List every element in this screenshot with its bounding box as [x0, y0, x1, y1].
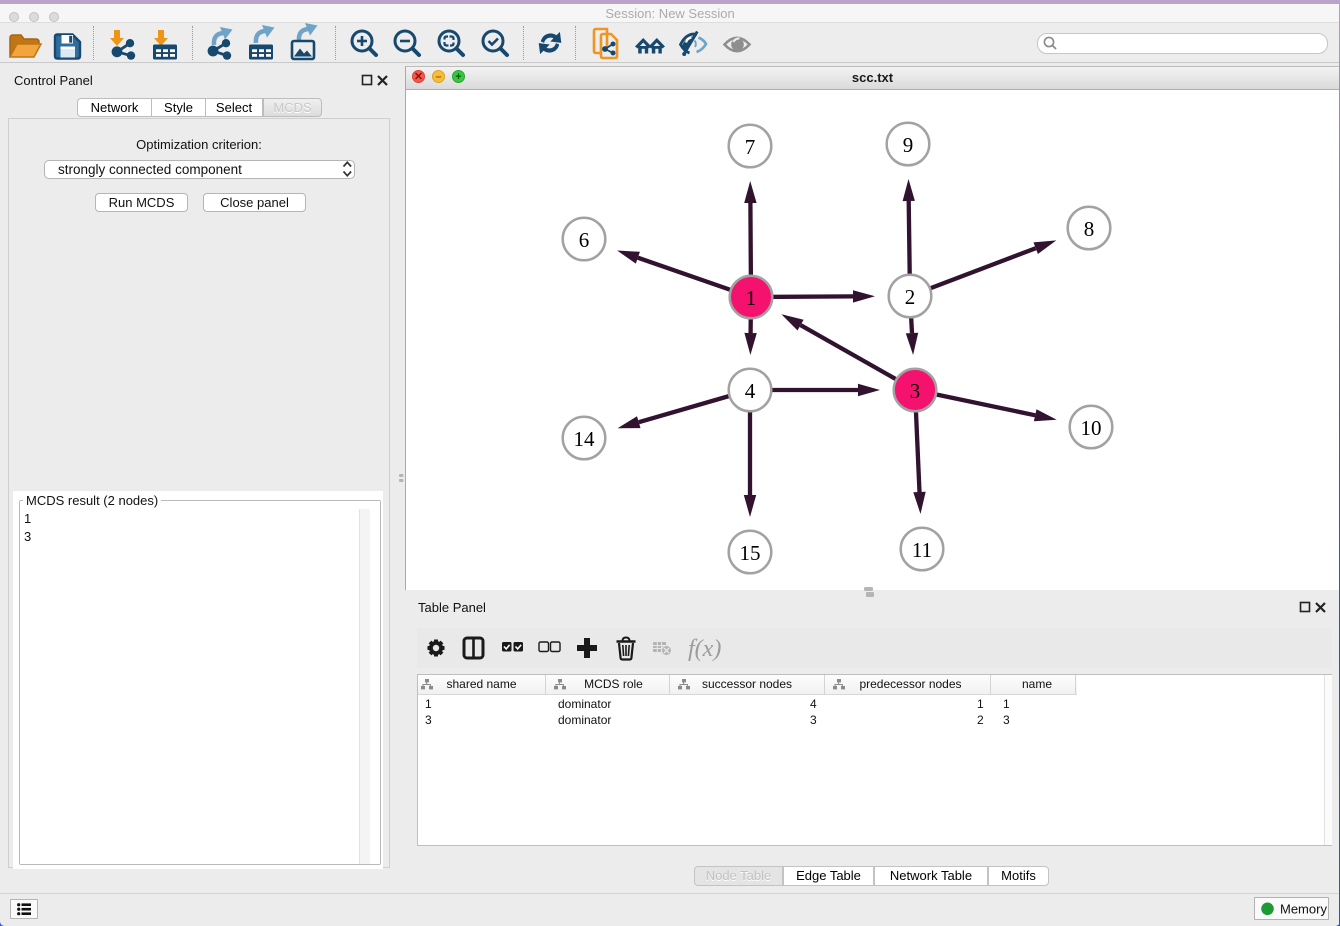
svg-text:f(x): f(x)	[688, 636, 721, 662]
svg-text:Memory: Memory	[1280, 902, 1327, 917]
